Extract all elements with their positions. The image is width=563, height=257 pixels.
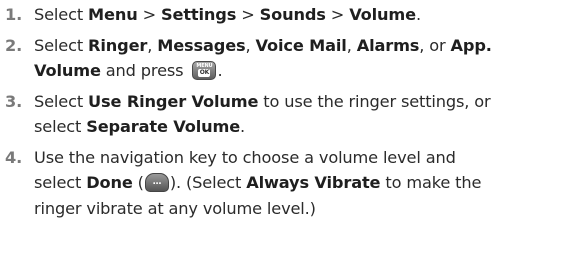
instruction-steps: 1. Select Menu > Settings > Sounds > Vol… (0, 2, 563, 221)
step-number: 2. (5, 35, 23, 55)
step-4: 4. Use the navigation key to choose a vo… (0, 145, 563, 222)
step-text: Select Menu > Settings > Sounds > Volume… (34, 5, 421, 24)
menu-ok-key-icon: MENU OK (192, 61, 217, 80)
step-3: 3. Select Use Ringer Volume to use the r… (0, 89, 563, 140)
step-1: 1. Select Menu > Settings > Sounds > Vol… (0, 2, 563, 28)
step-2: 2. Select Ringer, Messages, Voice Mail, … (0, 33, 563, 84)
step-number: 3. (5, 91, 23, 111)
step-text: Use the navigation key to choose a volum… (34, 147, 482, 218)
step-number: 1. (5, 5, 23, 24)
softkey-icon: ... (144, 173, 169, 192)
step-text: Select Ringer, Messages, Voice Mail, Ala… (34, 35, 492, 80)
step-number: 4. (5, 147, 23, 167)
step-text: Select Use Ringer Volume to use the ring… (34, 91, 491, 137)
